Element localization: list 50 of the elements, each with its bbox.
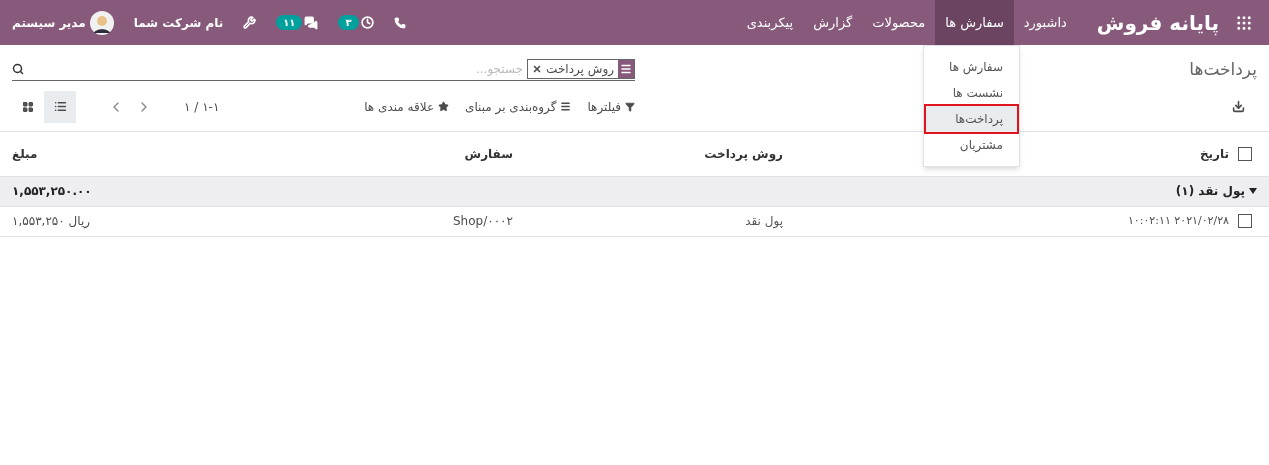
clock-icon[interactable] bbox=[360, 16, 374, 29]
phone-icon[interactable] bbox=[393, 16, 406, 29]
filter-icon bbox=[625, 101, 635, 112]
search-icon[interactable] bbox=[12, 63, 24, 76]
column-header[interactable]: سفارش bbox=[464, 144, 513, 163]
apps-menu-icon[interactable] bbox=[1235, 13, 1253, 32]
download-icon[interactable] bbox=[1232, 100, 1245, 113]
list-icon bbox=[53, 100, 67, 113]
group-icon bbox=[620, 63, 632, 76]
menu-item[interactable]: سفارش ها bbox=[935, 0, 1014, 45]
menu-item[interactable]: محصولات bbox=[862, 0, 936, 45]
list-view-button[interactable] bbox=[44, 90, 76, 123]
avatar bbox=[89, 10, 114, 35]
dropdown-item[interactable]: نشست ها bbox=[924, 80, 1019, 106]
star-icon bbox=[438, 101, 450, 112]
checkbox[interactable] bbox=[1238, 214, 1252, 228]
column-header[interactable]: تاریخ bbox=[1199, 144, 1229, 163]
pager-value: ۱-۱ / ۱ bbox=[184, 98, 220, 116]
favorites-button[interactable]: علاقه مندی ها bbox=[364, 97, 450, 116]
activity-badge: ۳ bbox=[338, 15, 359, 30]
dropdown-item[interactable]: مشتریان bbox=[924, 132, 1019, 158]
group-by-button[interactable]: گروه‌بندی بر مبنای bbox=[465, 97, 572, 116]
remove-icon[interactable] bbox=[532, 64, 543, 75]
message-badge: ۱۱ bbox=[276, 15, 303, 30]
group-total: ۱,۵۵۳,۲۵۰.۰۰ bbox=[12, 183, 92, 200]
table-cell-text: Shop/۰۰۰۲ bbox=[453, 213, 513, 230]
dropdown-item[interactable]: سفارش ها bbox=[924, 54, 1019, 80]
company-switcher[interactable]: نام شرکت شما bbox=[133, 13, 224, 32]
search-input[interactable]: جستجو... bbox=[24, 60, 524, 79]
app-title: پایانه فروش bbox=[1096, 9, 1219, 38]
group-row-label[interactable]: پول نقد (۱) bbox=[1175, 182, 1257, 200]
grid-icon bbox=[22, 100, 34, 113]
dropdown-item[interactable]: پرداخت‌ها bbox=[926, 106, 1017, 132]
menu-item[interactable]: گزارش bbox=[803, 0, 863, 45]
column-header[interactable]: روش پرداخت bbox=[704, 144, 783, 163]
tools-icon[interactable] bbox=[243, 16, 257, 29]
menu-item[interactable]: پیکربندی bbox=[736, 0, 804, 45]
filters-button[interactable]: فیلترها bbox=[587, 97, 635, 116]
table-cell-text: ۱,۵۵۳,۲۵۰ ریال bbox=[12, 213, 91, 230]
user-menu[interactable]: مدیر سیستم bbox=[12, 10, 114, 35]
lines-icon bbox=[560, 101, 572, 112]
table-cell-text: ۲۰۲۱/۰۲/۲۸ ۱۰:۰۲:۱۱ bbox=[1127, 212, 1229, 229]
menu-item[interactable]: داشبورد bbox=[1013, 0, 1077, 45]
chat-icon[interactable] bbox=[304, 15, 319, 30]
checkbox[interactable] bbox=[1238, 146, 1252, 161]
column-header[interactable]: مبلغ bbox=[12, 144, 38, 163]
table-cell-text: پول نقد bbox=[745, 213, 783, 230]
breadcrumb-title: پرداخت‌ها bbox=[1189, 58, 1257, 82]
search-facet[interactable]: روش پرداخت bbox=[527, 59, 635, 80]
search-field[interactable]: روش پرداخت جستجو... bbox=[12, 58, 635, 81]
